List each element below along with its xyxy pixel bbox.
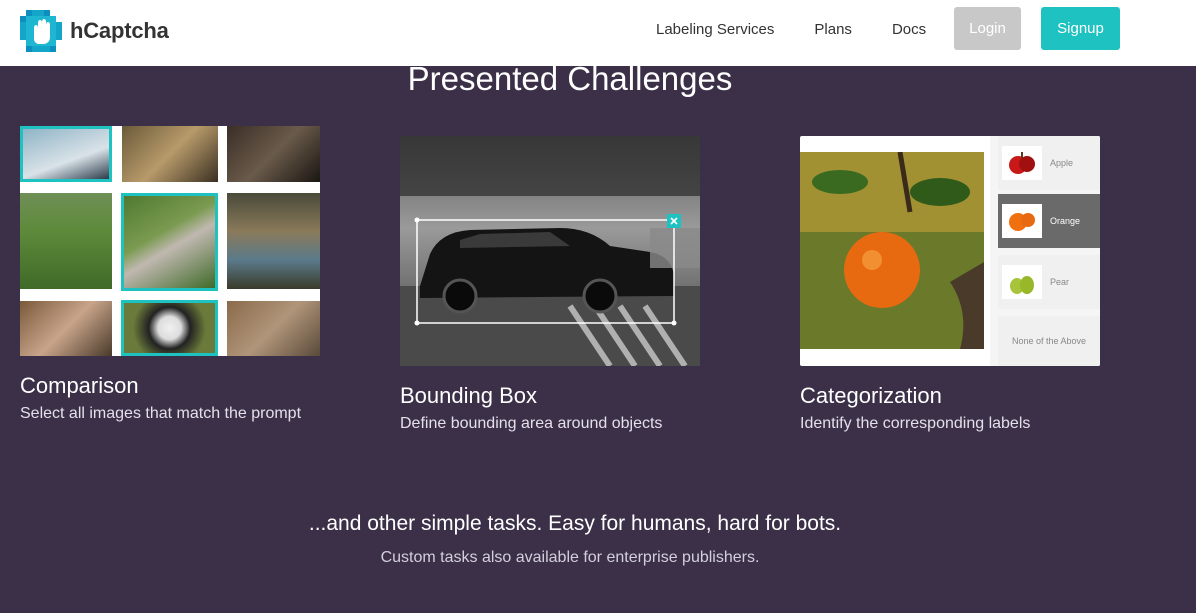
- grid-tile: [20, 193, 112, 289]
- section-title: Presented Challenges: [407, 60, 733, 97]
- nav-link-labeling-services[interactable]: Labeling Services: [656, 21, 774, 38]
- card-desc-bounding-box: Define bounding area around objects: [400, 415, 663, 432]
- card-title-bounding-box: Bounding Box: [400, 383, 537, 408]
- category-option-none[interactable]: None of the Above: [998, 316, 1100, 366]
- category-label: Apple: [1050, 158, 1074, 168]
- pear-icon: [1002, 265, 1042, 299]
- category-label: Orange: [1050, 216, 1081, 226]
- apple-icon: [1002, 146, 1042, 180]
- orange-icon: [1002, 204, 1042, 238]
- subline: Custom tasks also available for enterpri…: [380, 549, 760, 566]
- category-option-pear[interactable]: Pear: [998, 255, 1100, 309]
- orange-photo: [800, 152, 984, 349]
- signup-button[interactable]: Signup: [1041, 7, 1120, 50]
- grid-tile: [121, 300, 218, 356]
- comparison-image: [20, 126, 320, 356]
- nav-links: Labeling Services Plans Docs: [656, 0, 966, 58]
- close-icon[interactable]: [667, 214, 681, 228]
- categorization-image: Apple Orange Pear None of the Above: [800, 136, 1100, 366]
- grid-tile: [122, 126, 218, 182]
- card-title-categorization: Categorization: [800, 383, 942, 408]
- nav-link-plans[interactable]: Plans: [814, 21, 852, 38]
- grid-tile: [227, 193, 320, 289]
- category-option-orange[interactable]: Orange: [998, 194, 1100, 248]
- grid-tile: [227, 126, 320, 182]
- grid-tile: [121, 193, 218, 291]
- nav-link-docs[interactable]: Docs: [892, 21, 926, 38]
- login-button[interactable]: Login: [954, 7, 1021, 50]
- brand-logo[interactable]: hCaptcha: [20, 10, 169, 52]
- category-option-apple[interactable]: Apple: [998, 136, 1100, 190]
- bounding-box-image: [400, 136, 700, 366]
- card-desc-categorization: Identify the corresponding labels: [800, 415, 1031, 432]
- category-label: None of the Above: [1011, 336, 1087, 346]
- grid-tile: [20, 301, 112, 356]
- grid-tile: [20, 126, 112, 182]
- navbar: hCaptcha Labeling Services Plans Docs Lo…: [0, 0, 1196, 66]
- hcaptcha-logo-icon: [20, 10, 62, 52]
- brand-name: hCaptcha: [70, 18, 169, 43]
- card-desc-comparison: Select all images that match the prompt: [20, 405, 302, 422]
- card-title-comparison: Comparison: [20, 373, 139, 398]
- category-options: Apple Orange Pear None of the Above: [990, 136, 1100, 366]
- grid-tile: [227, 301, 320, 356]
- tagline: ...and other simple tasks. Easy for huma…: [308, 512, 842, 535]
- category-label: Pear: [1050, 277, 1070, 287]
